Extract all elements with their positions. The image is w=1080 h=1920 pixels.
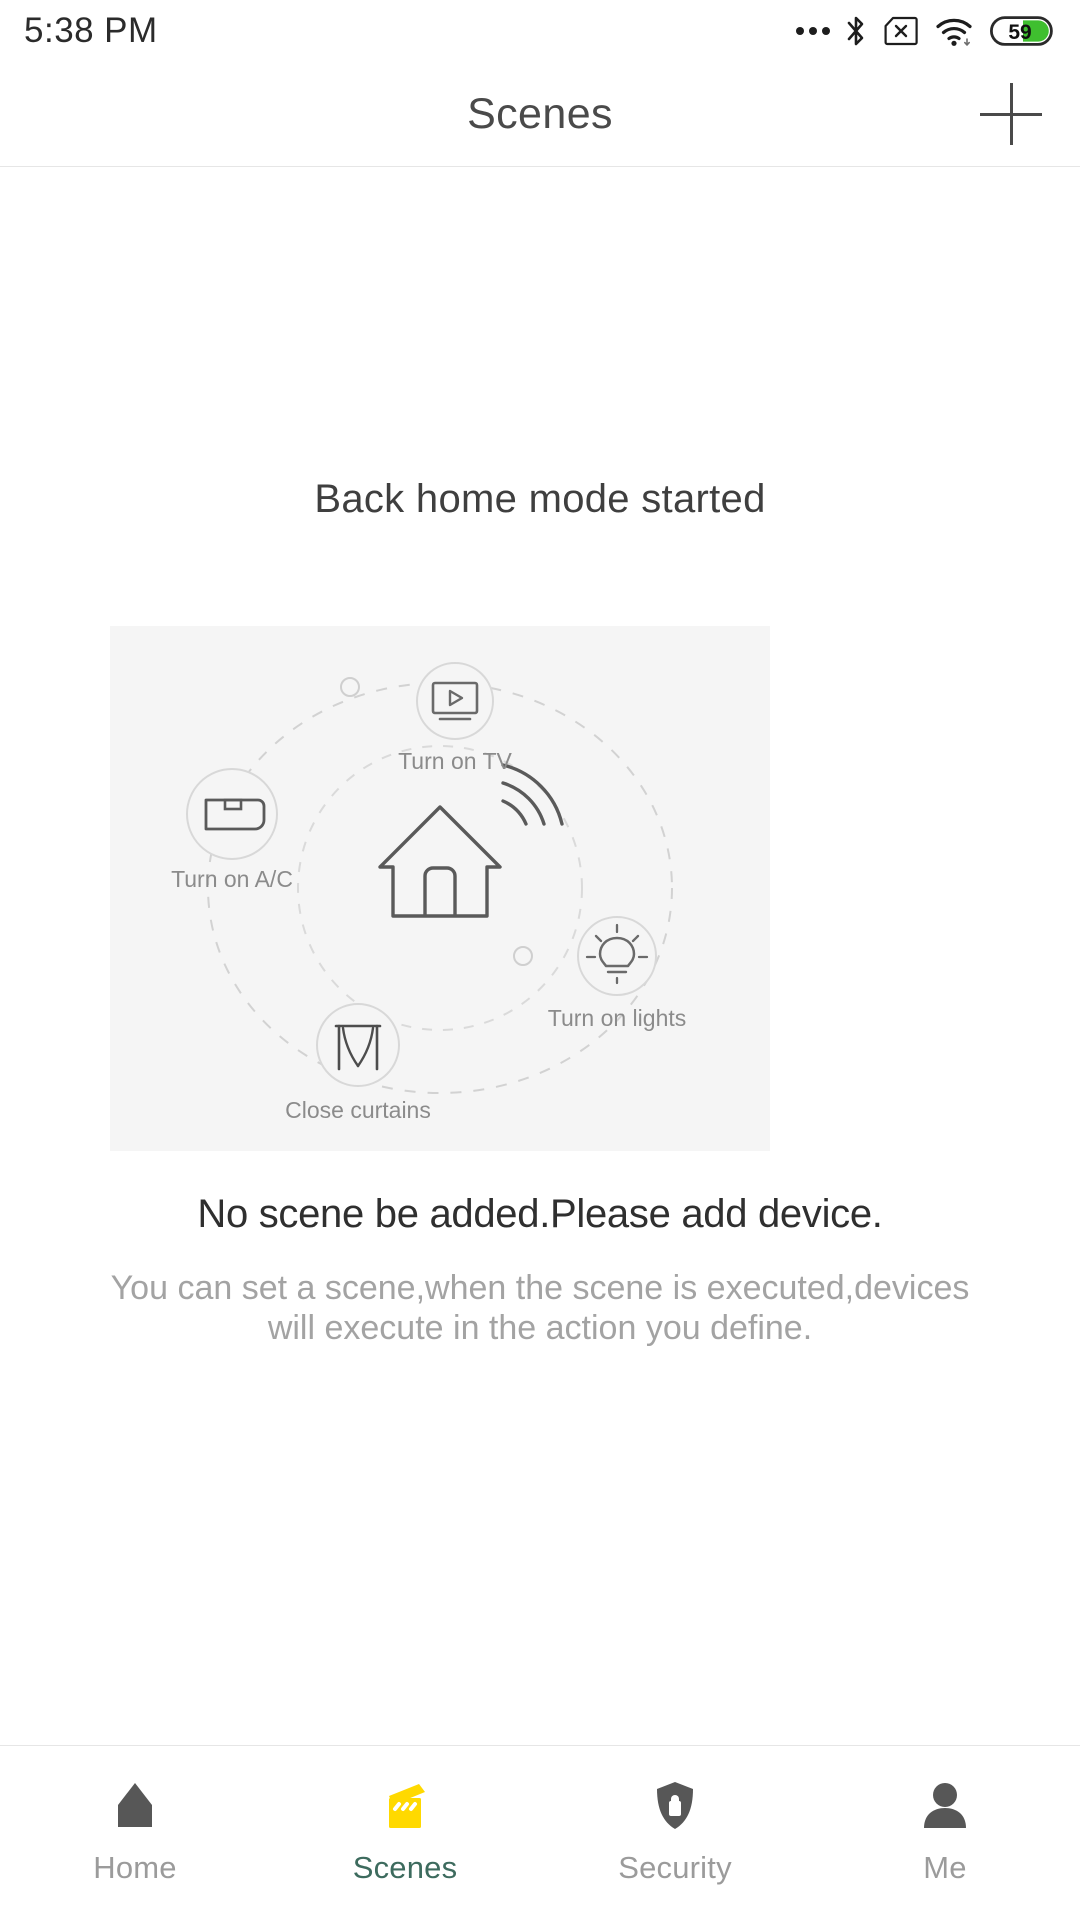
shield-lock-icon	[645, 1774, 705, 1836]
lights-node-label: Turn on lights	[548, 1005, 687, 1031]
bottom-tab-bar: Home Scenes Security Me	[0, 1745, 1080, 1920]
tab-me[interactable]: Me	[810, 1746, 1080, 1920]
tab-security[interactable]: Security	[540, 1746, 810, 1920]
scene-illustration: Turn on TV Turn on A/C Turn on lights Cl…	[110, 626, 770, 1151]
home-icon	[105, 1774, 165, 1836]
battery-percent-text: 59	[1008, 21, 1031, 44]
status-bar: 5:38 PM 59	[0, 0, 1080, 62]
empty-state-title: No scene be added.Please add device.	[197, 1192, 883, 1236]
bluetooth-icon	[847, 16, 864, 46]
smart-home-icon	[378, 763, 564, 918]
orbit-dot-top	[340, 677, 360, 697]
tab-me-label: Me	[923, 1850, 967, 1885]
tab-security-label: Security	[618, 1850, 732, 1885]
node-ac: Turn on A/C	[171, 768, 293, 892]
clock-time: 5:38	[24, 11, 95, 50]
status-bar-clock: 5:38 PM	[24, 11, 158, 51]
empty-state-description: You can set a scene,when the scene is ex…	[110, 1269, 970, 1348]
tab-home[interactable]: Home	[0, 1746, 270, 1920]
tab-home-label: Home	[93, 1850, 177, 1885]
tv-node-label: Turn on TV	[398, 748, 512, 774]
node-curtains: Close curtains	[285, 1003, 431, 1123]
node-tv: Turn on TV	[398, 662, 513, 774]
more-dots-icon	[796, 27, 830, 35]
title-bar: Scenes	[0, 62, 1080, 167]
battery-icon: 59	[990, 16, 1053, 46]
orbit-dot-bottom	[513, 946, 533, 966]
clock-ampm: PM	[104, 11, 158, 50]
app-root: 5:38 PM 59 Scenes Back home mode started…	[0, 0, 1080, 1920]
wifi-icon	[936, 18, 972, 46]
page-title: Scenes	[467, 89, 613, 138]
ac-node-label: Turn on A/C	[171, 866, 293, 892]
tab-scenes[interactable]: Scenes	[270, 1746, 540, 1920]
tab-scenes-label: Scenes	[352, 1850, 458, 1885]
curtains-node-circle	[316, 1003, 400, 1087]
scene-headline: Back home mode started	[314, 477, 766, 521]
clapper-icon	[375, 1774, 435, 1836]
sim-card-off-icon	[884, 16, 918, 46]
inner-orbit-path	[297, 745, 583, 1031]
person-icon	[915, 1774, 975, 1836]
curtains-node-label: Close curtains	[285, 1097, 431, 1123]
plus-icon[interactable]	[976, 79, 1046, 149]
main-content: Back home mode started Turn on TV Turn o…	[0, 167, 1080, 1745]
status-bar-icons: 59	[796, 14, 1054, 48]
